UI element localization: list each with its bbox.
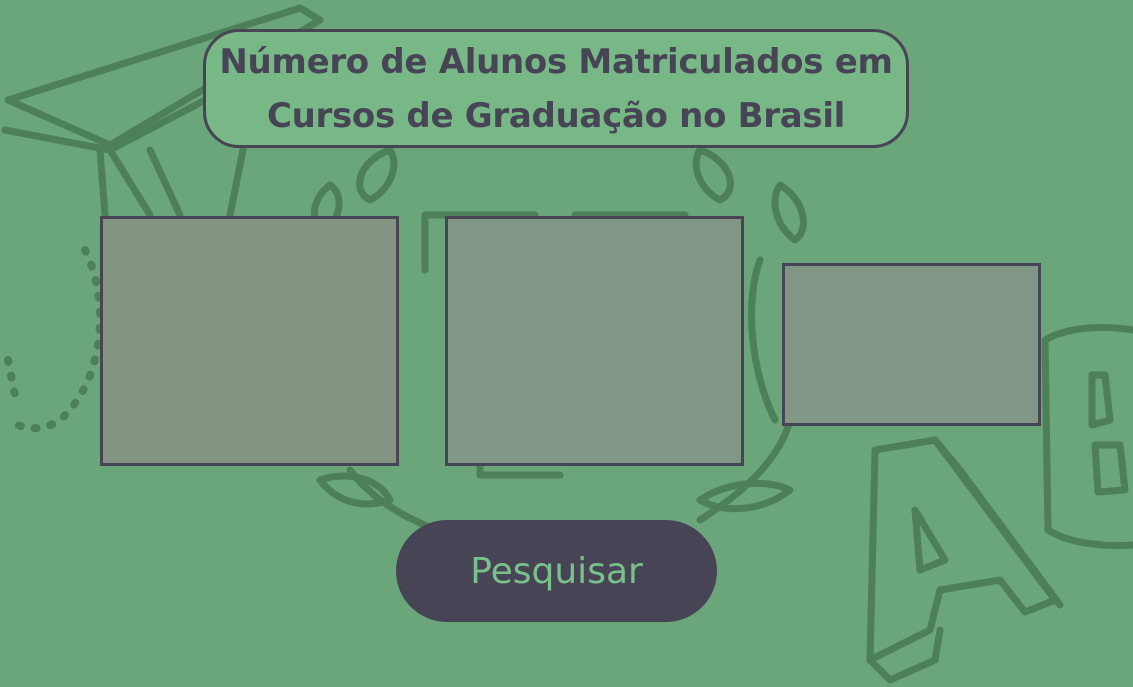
- page-title-line-1: Número de Alunos Matriculados em: [219, 41, 893, 82]
- page-title-line-2: Cursos de Graduação no Brasil: [266, 95, 846, 136]
- result-panel-2: [445, 216, 744, 466]
- result-panel-3: [782, 263, 1041, 426]
- page-title-box: Número de Alunos Matriculados em Cursos …: [203, 29, 909, 148]
- result-panel-1: [100, 216, 399, 466]
- dotted-arc-doodle: [4, 246, 104, 433]
- search-button[interactable]: Pesquisar: [396, 520, 717, 622]
